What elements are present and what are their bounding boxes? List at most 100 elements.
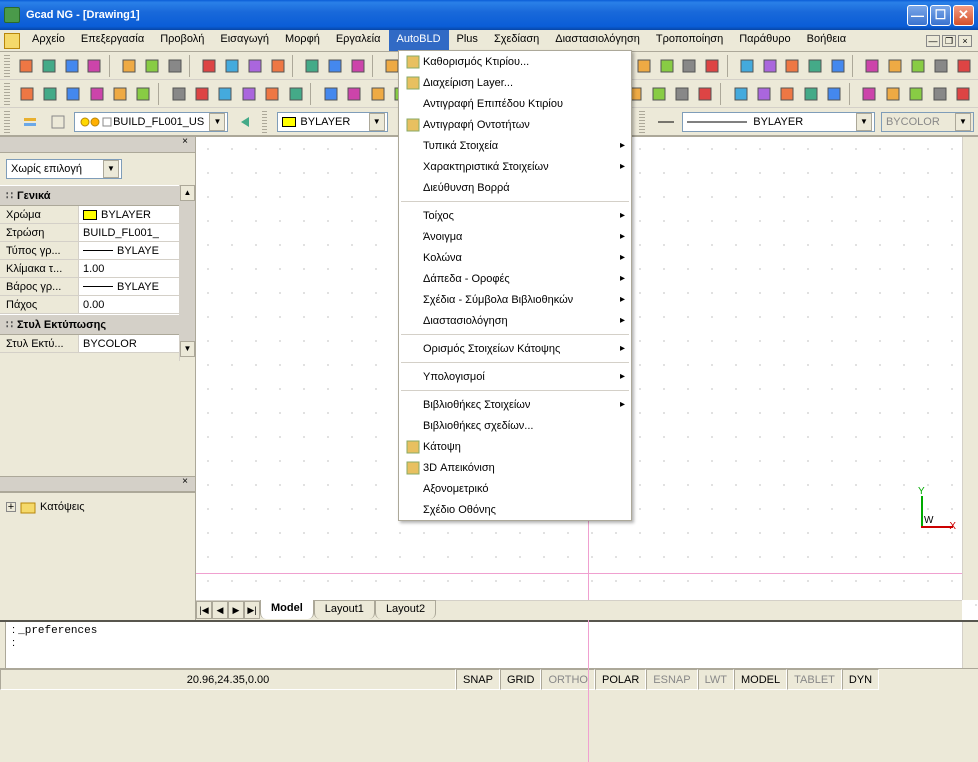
menu-item[interactable]: Τυπικά Στοιχεία [399,135,631,156]
status-lwt[interactable]: LWT [698,669,734,690]
toolbar-button[interactable] [238,83,259,105]
scroll-down-button[interactable]: ▼ [180,341,195,357]
selection-combo[interactable]: Χωρίς επιλογή [6,159,122,179]
toolbar-button[interactable] [325,55,346,77]
toolbar-button[interactable] [931,55,952,77]
toolbar-button[interactable] [133,83,154,105]
prop-row[interactable]: ΧρώμαBYLAYER [0,206,179,224]
color-combo[interactable]: BYLAYER [277,112,387,132]
linetype-combo[interactable]: BYLAYER [682,112,875,132]
horizontal-scrollbar[interactable] [436,601,962,620]
toolbar-button[interactable] [109,83,130,105]
toolbar-button[interactable] [777,83,798,105]
close-button[interactable]: ✕ [953,5,974,26]
toolbar-button[interactable] [859,83,880,105]
menu-επεξεργασία[interactable]: Επεξεργασία [73,30,152,51]
vertical-scrollbar[interactable] [962,137,978,600]
toolbar-button[interactable] [164,55,185,77]
menu-item[interactable]: Σχέδιο Οθόνης [399,499,631,520]
layer-previous-icon[interactable] [234,111,255,133]
tree-item-floors[interactable]: + Κατόψεις [6,499,189,515]
toolbar-button[interactable] [882,83,903,105]
menu-item[interactable]: 3D Απεικόνιση [399,457,631,478]
toolbar-button[interactable] [953,55,974,77]
status-esnap[interactable]: ESNAP [646,669,697,690]
tab-nav-button[interactable]: ▶| [244,601,260,619]
toolbar-button[interactable] [199,55,220,77]
menu-item[interactable]: Τοίχος [399,205,631,226]
menu-item[interactable]: Αντιγραφή Επιπέδου Κτιρίου [399,93,631,114]
toolbar-button[interactable] [39,83,60,105]
toolbar-button[interactable] [367,83,388,105]
prop-row[interactable]: ΣτρώσηBUILD_FL001_ [0,224,179,242]
prop-row[interactable]: Βάρος γρ...BYLAYE [0,278,179,296]
toolbar-button[interactable] [285,83,306,105]
menu-item[interactable]: Σχέδια - Σύμβολα Βιβλιοθηκών [399,289,631,310]
toolbar-button[interactable] [191,83,212,105]
toolbar-button[interactable] [906,83,927,105]
menu-τροποποίηση[interactable]: Τροποποίηση [648,30,731,51]
command-input[interactable]: : [12,637,956,649]
scroll-up-button[interactable]: ▲ [180,185,195,201]
layer-manager-icon[interactable] [20,111,41,133]
toolbar-button[interactable] [679,55,700,77]
status-ortho[interactable]: ORTHO [541,669,595,690]
mdi-restore-button[interactable]: ❐ [942,35,956,47]
toolbar-button[interactable] [262,83,283,105]
toolbar-button[interactable] [63,83,84,105]
toolbar-button[interactable] [648,83,669,105]
toolbar-button[interactable] [302,55,323,77]
toolbar-button[interactable] [782,55,803,77]
prop-section[interactable]: ∷Γενικά [0,185,179,206]
prop-row[interactable]: Τύπος γρ...BYLAYE [0,242,179,260]
toolbar-button[interactable] [84,55,105,77]
toolbar-button[interactable] [908,55,929,77]
menu-item[interactable]: Υπολογισμοί [399,366,631,387]
menu-item[interactable]: Καθορισμός Κτιρίου... [399,51,631,72]
linetype-icon[interactable] [655,111,676,133]
menu-item[interactable]: Διεύθυνση Βορρά [399,177,631,198]
tab-nav-button[interactable]: |◀ [196,601,212,619]
toolbar-button[interactable] [759,55,780,77]
tab-nav-button[interactable]: ▶ [228,601,244,619]
menu-item[interactable]: Κάτοψη [399,436,631,457]
prop-row[interactable]: Κλίμακα τ...1.00 [0,260,179,278]
toolbar-button[interactable] [633,55,654,77]
menu-item[interactable]: Διαστασιολόγηση [399,310,631,331]
toolbar-button[interactable] [244,55,265,77]
menu-plus[interactable]: Plus [449,30,486,51]
toolbar-button[interactable] [16,55,37,77]
tab-nav-button[interactable]: ◀ [212,601,228,619]
toolbar-button[interactable] [805,55,826,77]
menu-item[interactable]: Κολώνα [399,247,631,268]
toolbar-button[interactable] [695,83,716,105]
status-tablet[interactable]: TABLET [787,669,842,690]
toolbar-button[interactable] [320,83,341,105]
prop-row[interactable]: Πάχος0.00 [0,296,179,314]
menu-παράθυρο[interactable]: Παράθυρο [731,30,798,51]
toolbar-button[interactable] [656,55,677,77]
toolbar-button[interactable] [347,55,368,77]
panel-close-button[interactable]: × [179,137,191,149]
status-polar[interactable]: POLAR [595,669,646,690]
menu-μορφή[interactable]: Μορφή [277,30,328,51]
status-snap[interactable]: SNAP [456,669,500,690]
toolbar-button[interactable] [862,55,883,77]
toolbar-button[interactable] [215,83,236,105]
toolbar-button[interactable] [800,83,821,105]
menu-item[interactable]: Βιβλιοθήκες Στοιχείων [399,394,631,415]
menu-item[interactable]: Αξονομετρικό [399,478,631,499]
menu-item[interactable]: Άνοιγμα [399,226,631,247]
document-icon[interactable] [4,33,20,49]
toolbar-button[interactable] [267,55,288,77]
menu-item[interactable]: Βιβλιοθήκες σχεδίων... [399,415,631,436]
menu-item[interactable]: Διαχείριση Layer... [399,72,631,93]
layer-state-icon[interactable] [47,111,68,133]
toolbar-button[interactable] [16,83,37,105]
status-model[interactable]: MODEL [734,669,787,690]
plotstyle-combo[interactable]: BYCOLOR [881,112,974,132]
toolbar-button[interactable] [61,55,82,77]
toolbar-button[interactable] [885,55,906,77]
menu-σχεδίαση[interactable]: Σχεδίαση [486,30,547,51]
layout-tab-model[interactable]: Model [260,600,314,619]
